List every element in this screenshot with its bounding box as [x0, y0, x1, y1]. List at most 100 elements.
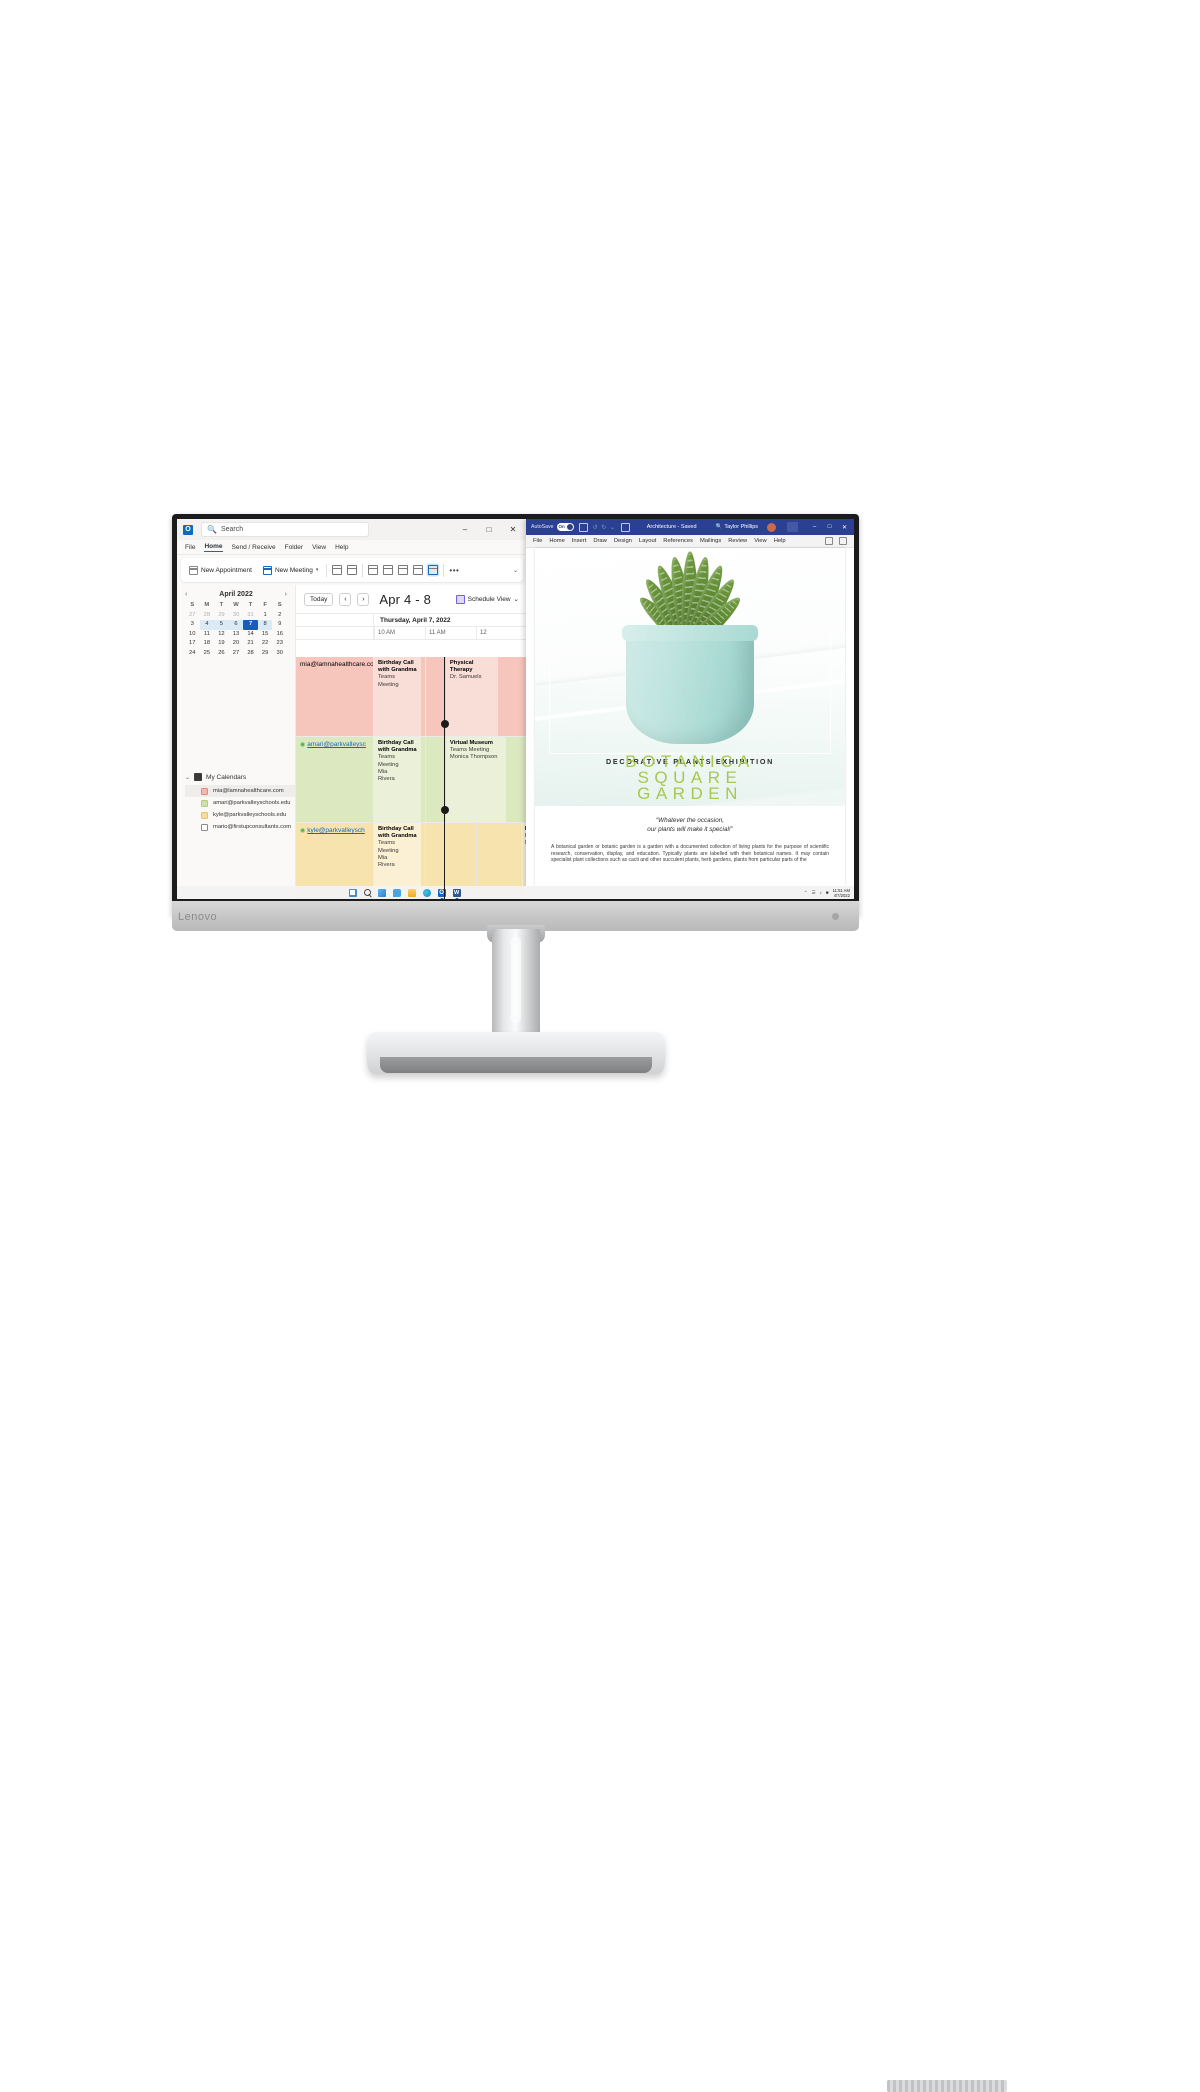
chat-icon[interactable] [392, 888, 401, 897]
list-view-icon[interactable] [398, 565, 409, 575]
volume-icon[interactable]: ♪ [820, 890, 822, 895]
row-owner-link[interactable]: amari@parkvalleysc [307, 741, 366, 748]
day-cell[interactable]: 27 [229, 649, 244, 659]
close-button[interactable]: ✕ [501, 519, 525, 540]
day-cell[interactable]: 2 [272, 611, 287, 621]
next-period-button[interactable]: › [357, 592, 370, 606]
day-cell[interactable]: 29 [214, 611, 229, 621]
row-lane[interactable]: Birthday Call with Grandma Teams Meeting… [374, 720, 527, 822]
schedule-view-button[interactable]: Schedule View ⌄ [455, 594, 519, 604]
ribbon-display-icon[interactable] [787, 522, 798, 532]
outlook-window-controls[interactable]: – □ ✕ [453, 519, 525, 540]
next-month-button[interactable]: › [285, 591, 287, 598]
day-cell[interactable]: 6 [228, 620, 244, 630]
menu-help[interactable]: Help [335, 544, 348, 551]
week-view-icon[interactable] [368, 565, 379, 575]
undo-redo-group[interactable]: ↺ ↻ ⌄ [593, 524, 616, 531]
my-calendars-header[interactable]: ⌄ My Calendars [185, 773, 295, 781]
month-view-icon[interactable] [383, 565, 394, 575]
calendar-list-item[interactable]: amari@parkvalleyschools.edu [185, 797, 295, 809]
mini-calendar-grid[interactable]: S M T W T F S 27 28 29 30 31 1 2 3 4 5 6… [185, 601, 287, 658]
word-menu-home[interactable]: Home [549, 538, 564, 544]
day-cell[interactable]: 3 [185, 620, 200, 630]
wifi-icon[interactable]: ☰ [812, 890, 816, 896]
day-cell[interactable]: 31 [243, 611, 258, 621]
calendar-list-item[interactable]: kyle@parkvalleyschools.edu [185, 809, 295, 821]
day-cell[interactable]: 25 [200, 649, 215, 659]
mini-calendar[interactable]: ‹ April 2022 › S M T W T F S 27 28 29 30… [177, 585, 295, 658]
word-menu-mailings[interactable]: Mailings [700, 538, 721, 544]
day-cell[interactable]: 4 [199, 620, 215, 630]
chevron-down-icon[interactable]: ⌄ [185, 774, 190, 781]
widgets-icon[interactable] [377, 888, 386, 897]
calendar-list-item[interactable]: mario@firstupconsultants.com [185, 821, 295, 833]
outlook-ribbon[interactable]: New Appointment New Meeting ▾ ••• ⌄ [181, 558, 523, 582]
menu-file[interactable]: File [185, 544, 195, 551]
calendar-event[interactable]: Virtual Museum Teams Meeting Monica Thom… [445, 737, 506, 822]
work-week-view-icon[interactable] [347, 565, 358, 575]
autosave-switch[interactable]: On [556, 523, 574, 531]
word-menubar[interactable]: File Home Insert Draw Design Layout Refe… [526, 535, 854, 548]
day-cell[interactable]: 26 [214, 649, 229, 659]
new-meeting-button[interactable]: New Meeting ▾ [260, 564, 321, 577]
day-cell[interactable]: 21 [243, 639, 258, 649]
word-search-box[interactable]: 🔍 Taylor Phillips [716, 524, 758, 530]
row-owner-link[interactable]: kyle@parkvalleysch [307, 827, 365, 834]
day-cell[interactable]: 1 [258, 611, 273, 621]
calendar-event[interactable]: Birthday Call with Grandma Teams Meeting… [374, 737, 422, 822]
avatar[interactable] [767, 522, 776, 532]
calendar-list-item[interactable]: mia@lamnahealthcare.com [185, 785, 295, 797]
calendar-event[interactable]: Birthday Call with Grandma Teams Meeting [374, 657, 422, 736]
word-window-controls[interactable]: – □ ✕ [807, 519, 852, 535]
day-cell[interactable]: 12 [214, 630, 229, 640]
menu-view[interactable]: View [312, 544, 326, 551]
menu-home[interactable]: Home [204, 543, 223, 552]
day-cell[interactable]: 28 [200, 611, 215, 621]
maximize-button[interactable]: □ [822, 519, 837, 535]
start-icon[interactable] [348, 888, 357, 897]
day-cell[interactable]: 16 [272, 630, 287, 640]
day-cell[interactable]: 30 [229, 611, 244, 621]
word-menu-review[interactable]: Review [728, 538, 747, 544]
share-icon[interactable] [825, 537, 833, 545]
day-cell[interactable]: 28 [243, 649, 258, 659]
menu-send-receive[interactable]: Send / Receive [232, 544, 276, 551]
autosave-toggle[interactable]: AutoSave On [531, 523, 574, 531]
edge-icon[interactable] [422, 888, 431, 897]
more-commands-button[interactable]: ••• [449, 566, 459, 575]
document-title[interactable]: Architecture - Saved [647, 524, 697, 530]
document-body-text[interactable]: A botanical garden or botanic garden is … [535, 842, 845, 864]
calendar-checkbox[interactable] [201, 811, 208, 819]
search-input[interactable]: 🔍 Search [201, 522, 369, 537]
word-window[interactable]: AutoSave On ↺ ↻ ⌄ Architecture - Saved 🔍… [526, 519, 854, 899]
chevron-up-icon[interactable]: ⌃ [804, 890, 808, 896]
day-cell[interactable]: 18 [200, 639, 215, 649]
chevron-down-icon[interactable]: ▾ [316, 567, 319, 573]
day-cell[interactable]: 19 [214, 639, 229, 649]
outlook-menubar[interactable]: File Home Send / Receive Folder View Hel… [177, 540, 527, 555]
day-cell[interactable]: 8 [257, 620, 273, 630]
word-menu-insert[interactable]: Insert [572, 538, 587, 544]
chevron-down-icon[interactable]: ⌄ [514, 595, 519, 603]
day-cell[interactable]: 10 [185, 630, 200, 640]
calendar-checkbox[interactable] [201, 787, 208, 795]
outlook-window[interactable]: 🔍 Search – □ ✕ File Home Send / Receive [177, 519, 527, 899]
day-cell[interactable]: 5 [214, 620, 229, 630]
word-icon[interactable] [452, 888, 461, 899]
search-icon[interactable] [363, 889, 371, 896]
day-cell[interactable]: 20 [229, 639, 244, 649]
file-explorer-icon[interactable] [407, 888, 416, 897]
save-icon[interactable] [578, 522, 588, 532]
today-button[interactable]: Today [304, 592, 334, 606]
maximize-button[interactable]: □ [477, 519, 501, 540]
collapse-ribbon-icon[interactable]: ⌄ [513, 567, 518, 574]
accessibility-icon[interactable] [620, 522, 630, 532]
day-cell[interactable]: 30 [272, 649, 287, 659]
calendar-toolbar[interactable]: Today ‹ › Apr 4 - 8 Schedule View ⌄ [296, 585, 527, 613]
new-appointment-button[interactable]: New Appointment [186, 564, 255, 577]
prev-month-button[interactable]: ‹ [185, 591, 187, 598]
day-cell-today[interactable]: 7 [243, 620, 258, 630]
menu-folder[interactable]: Folder [285, 544, 303, 551]
taskbar-clock[interactable]: 11:51 AM 4/7/2022 [833, 888, 850, 898]
day-cell[interactable]: 29 [258, 649, 273, 659]
